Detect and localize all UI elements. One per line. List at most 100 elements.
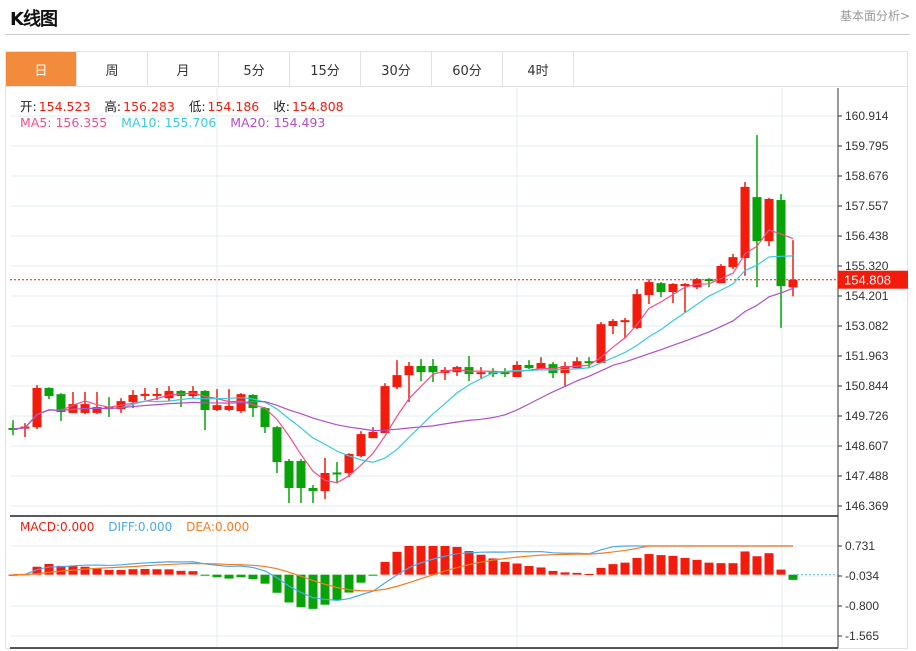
candle-up (140, 393, 150, 396)
macd-bar (500, 561, 510, 575)
candle-up (152, 393, 162, 396)
macd-bar (176, 570, 186, 575)
macd-bar (692, 559, 702, 575)
macd-bar (188, 571, 198, 575)
macd-bar (140, 568, 150, 575)
candle-down (272, 427, 282, 462)
candle-up (668, 283, 678, 293)
macd-bar (632, 557, 642, 575)
open-label: 开: (20, 99, 37, 114)
candle-up (740, 186, 750, 258)
macd-bar (392, 551, 402, 575)
candle-down (500, 372, 510, 375)
candle-up (728, 257, 738, 268)
macd-tick-label: -0.034 (845, 569, 879, 583)
macd-bar (200, 574, 210, 576)
price-tick-label: 160.914 (845, 109, 889, 123)
macd-bar (740, 551, 750, 575)
low-label: 低: (188, 99, 206, 114)
macd-bar (752, 556, 762, 575)
diff-value: DIFF:0.000 (108, 520, 173, 534)
price-tick-label: 157.557 (845, 199, 889, 213)
ma-legend: MA5: 156.355 MA10: 155.706 MA20: 154.493 (20, 115, 327, 130)
macd-bar (416, 546, 426, 575)
candle-up (476, 372, 486, 375)
price-tick-label: 158.676 (845, 169, 889, 183)
price-tick-label: 154.201 (845, 289, 889, 303)
ma20-value: MA20: 154.493 (230, 115, 326, 130)
candle-down (200, 390, 210, 410)
macd-bar (608, 564, 618, 575)
dea-value: DEA:0.000 (186, 520, 250, 534)
candle-up (608, 320, 618, 327)
macd-bar (524, 566, 534, 575)
macd-bar (260, 574, 270, 584)
macd-bar (560, 572, 570, 575)
macd-bar (356, 574, 366, 583)
candle-up (224, 405, 234, 410)
macd-bar (584, 573, 594, 575)
macd-bar (620, 562, 630, 575)
price-tick-label: 149.726 (845, 409, 889, 423)
candle-up (320, 472, 330, 491)
macd-bar (596, 567, 606, 575)
low-value: 154.186 (207, 99, 260, 114)
close-value: 154.808 (291, 99, 344, 114)
candle-up (128, 394, 138, 402)
macd-bar (512, 563, 522, 575)
candle-down (752, 197, 762, 242)
candle-down (428, 366, 438, 373)
macd-bar (236, 574, 246, 578)
macd-bar (704, 562, 714, 575)
macd-bar (368, 574, 378, 576)
macd-bar (380, 561, 390, 575)
price-tick-label: 153.082 (845, 319, 889, 333)
candle-down (776, 200, 786, 287)
macd-bar (104, 570, 114, 575)
macd-bar (776, 569, 786, 575)
macd-bar (764, 553, 774, 575)
candle-up (620, 320, 630, 323)
open-value: 154.523 (38, 99, 91, 114)
candle-up (380, 386, 390, 434)
candle-up (692, 279, 702, 288)
macd-bar (116, 569, 126, 575)
price-tick-label: 151.963 (845, 349, 889, 363)
macd-bar (716, 563, 726, 575)
macd-bar (656, 555, 666, 575)
macd-bar (212, 574, 222, 578)
candle-up (368, 431, 378, 439)
price-tick-label: 146.369 (845, 499, 889, 513)
macd-bar (464, 551, 474, 575)
candle-up (392, 375, 402, 388)
candle-up (572, 361, 582, 369)
candle-down (332, 472, 342, 475)
candle-up (788, 279, 798, 288)
macd-bar (536, 567, 546, 575)
price-tick-label: 156.438 (845, 229, 889, 243)
macd-tick-label: -1.565 (845, 629, 879, 643)
macd-bar (728, 563, 738, 575)
candle-up (644, 282, 654, 295)
macd-bar (572, 572, 582, 575)
macd-bar (644, 554, 654, 575)
current-price-label: 154.808 (844, 273, 891, 288)
macd-value: MACD:0.000 (20, 520, 95, 534)
macd-bar (476, 554, 486, 575)
candle-up (32, 387, 42, 428)
candle-up (404, 366, 414, 376)
candle-down (296, 460, 306, 489)
macd-bar (248, 574, 258, 580)
ma10-value: MA10: 155.706 (121, 115, 217, 130)
candle-down (416, 366, 426, 373)
candle-down (284, 460, 294, 489)
high-value: 156.283 (123, 99, 175, 114)
macd-tick-label: 0.731 (845, 539, 875, 553)
candle-down (704, 279, 714, 282)
ma5-value: MA5: 156.355 (20, 115, 108, 130)
candle-down (524, 364, 534, 369)
macd-bar (80, 566, 90, 575)
candle-down (308, 488, 318, 491)
ohlc-legend: 开: 154.523 高: 156.283 低: 154.186 收: 154.808 (20, 96, 354, 115)
macd-bar (128, 569, 138, 575)
